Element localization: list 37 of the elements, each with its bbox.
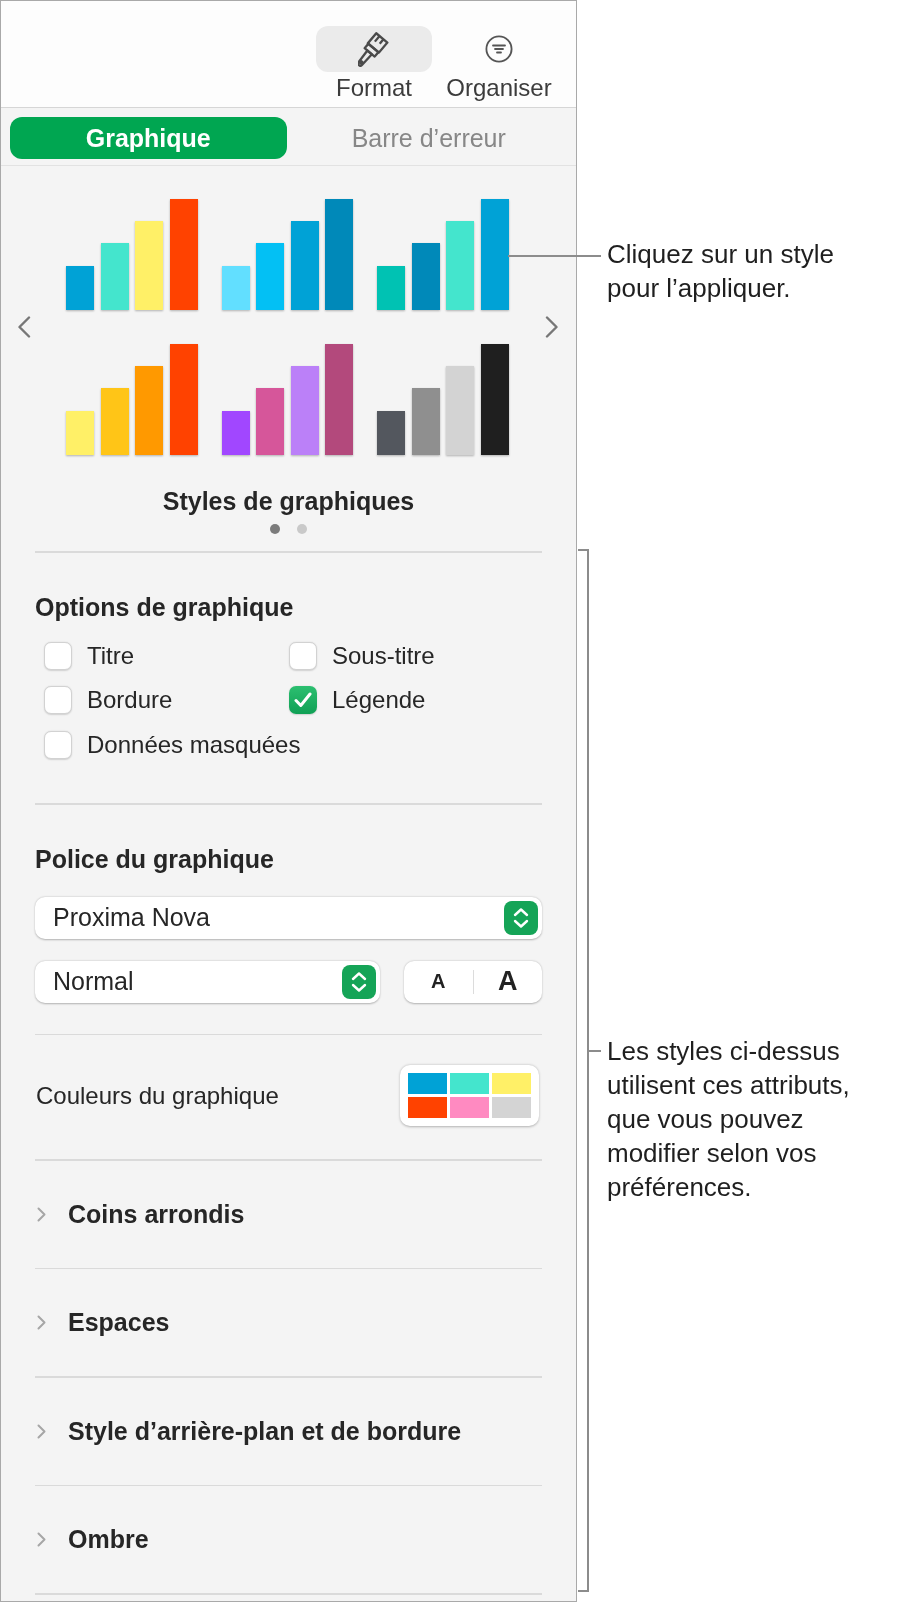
font-size-button[interactable]: A [473,960,542,1003]
annotation-text: Cliquez sur un style pour l’appliquer. [607,238,835,305]
up-down-chevron-icon [504,900,538,935]
checkbox-label[interactable]: Bordure [87,686,173,715]
section-heading: Options de graphique [35,591,295,622]
chevron-right-icon [545,316,559,338]
font-size-button[interactable]: A [404,960,473,1003]
up-down-chevron-icon [342,964,376,999]
section-toggle[interactable]: Coins arrondis [35,1160,542,1268]
chevron-left-icon [17,316,31,338]
chart-style-button[interactable] [377,344,509,455]
typeface-select[interactable]: Normal [35,960,380,1003]
checkbox[interactable] [289,686,317,715]
checkbox[interactable] [44,641,72,670]
annotation-text: Les styles ci-dessus utilisent ces attributs, que vous pouvez modifier selon vos préférences. [607,1035,851,1204]
checkmark-icon [294,692,312,709]
filter-circle-icon [485,35,513,63]
organise-button[interactable]: Organiser [440,26,558,102]
page-dot[interactable] [270,524,280,534]
section-toggle[interactable]: Espaces [35,1269,542,1376]
colors-label: Couleurs du graphique [36,1081,279,1110]
checkbox-label[interactable]: Légende [332,686,426,715]
section-toggle[interactable]: Ombre [35,1486,542,1593]
section-heading: Police du graphique [35,843,275,874]
checkbox[interactable] [44,730,72,759]
carousel-caption: Styles de graphiques [162,486,415,516]
format-button[interactable]: Format [315,26,433,102]
checkbox[interactable] [289,641,317,670]
checkbox-label[interactable]: Sous-titre [332,641,435,670]
page-dot[interactable] [297,524,307,534]
checkbox-label[interactable]: Données masquées [87,730,301,759]
checkbox-label[interactable]: Titre [87,641,135,670]
paintbrush-icon [316,26,432,72]
font-family-select[interactable]: Proxima Nova [35,896,542,939]
checkbox[interactable] [44,686,72,715]
color-palette-button[interactable] [400,1065,539,1126]
section-toggle[interactable]: Style d’arrière-plan et de bordure [35,1377,542,1485]
